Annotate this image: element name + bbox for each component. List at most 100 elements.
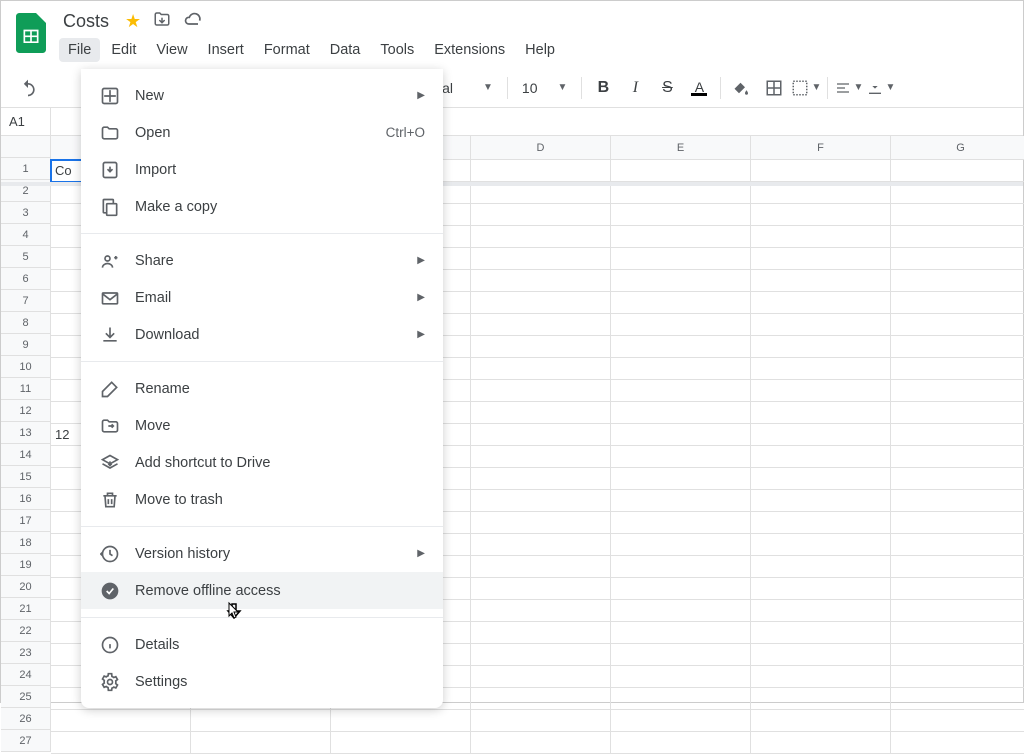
cell-F26[interactable] (751, 710, 891, 732)
file-menu-open[interactable]: OpenCtrl+O (81, 114, 443, 151)
cell-E24[interactable] (611, 666, 751, 688)
col-header-G[interactable]: G (891, 136, 1024, 160)
cell-D17[interactable] (471, 512, 611, 534)
row-header-1[interactable]: 1 (1, 158, 51, 180)
row-header-17[interactable]: 17 (1, 510, 51, 532)
file-menu-new[interactable]: New▶ (81, 77, 443, 114)
cell-E19[interactable] (611, 556, 751, 578)
menu-extensions[interactable]: Extensions (425, 38, 514, 62)
row-header-14[interactable]: 14 (1, 444, 51, 466)
cell-F16[interactable] (751, 490, 891, 512)
cell-G27[interactable] (891, 732, 1024, 754)
cell-E17[interactable] (611, 512, 751, 534)
file-menu-make-a-copy[interactable]: Make a copy (81, 188, 443, 225)
h-align-button[interactable]: ▼ (834, 73, 864, 103)
cell-G10[interactable] (891, 358, 1024, 380)
row-header-4[interactable]: 4 (1, 224, 51, 246)
cell-F14[interactable] (751, 446, 891, 468)
star-icon[interactable]: ★ (125, 11, 141, 32)
row-header-27[interactable]: 27 (1, 730, 51, 752)
cell-F3[interactable] (751, 204, 891, 226)
row-header-9[interactable]: 9 (1, 334, 51, 356)
cell-E25[interactable] (611, 688, 751, 710)
cell-D22[interactable] (471, 622, 611, 644)
cell-E9[interactable] (611, 336, 751, 358)
row-header-16[interactable]: 16 (1, 488, 51, 510)
row-header-3[interactable]: 3 (1, 202, 51, 224)
file-menu-download[interactable]: Download▶ (81, 316, 443, 353)
cell-D21[interactable] (471, 600, 611, 622)
select-all-corner[interactable] (1, 136, 51, 158)
italic-button[interactable]: I (620, 73, 650, 103)
cell-F17[interactable] (751, 512, 891, 534)
cell-G19[interactable] (891, 556, 1024, 578)
borders-button[interactable] (759, 73, 789, 103)
cell-D1[interactable] (471, 160, 611, 182)
menu-insert[interactable]: Insert (199, 38, 253, 62)
text-color-button[interactable]: A (684, 73, 714, 103)
file-menu-settings[interactable]: Settings (81, 663, 443, 700)
file-menu-move[interactable]: Move (81, 407, 443, 444)
cell-D12[interactable] (471, 402, 611, 424)
cell-E22[interactable] (611, 622, 751, 644)
cell-D24[interactable] (471, 666, 611, 688)
cell-F18[interactable] (751, 534, 891, 556)
cell-A27[interactable] (51, 732, 191, 754)
cell-G26[interactable] (891, 710, 1024, 732)
cell-F9[interactable] (751, 336, 891, 358)
row-header-21[interactable]: 21 (1, 598, 51, 620)
row-header-5[interactable]: 5 (1, 246, 51, 268)
cell-G16[interactable] (891, 490, 1024, 512)
cell-G20[interactable] (891, 578, 1024, 600)
menu-help[interactable]: Help (516, 38, 564, 62)
cell-D11[interactable] (471, 380, 611, 402)
cell-E3[interactable] (611, 204, 751, 226)
cell-G14[interactable] (891, 446, 1024, 468)
sheets-logo[interactable] (11, 13, 51, 53)
cell-D23[interactable] (471, 644, 611, 666)
merge-button[interactable]: ▼ (791, 73, 821, 103)
cell-E27[interactable] (611, 732, 751, 754)
menu-data[interactable]: Data (321, 38, 370, 62)
cell-F24[interactable] (751, 666, 891, 688)
menu-tools[interactable]: Tools (371, 38, 423, 62)
row-header-26[interactable]: 26 (1, 708, 51, 730)
cell-E11[interactable] (611, 380, 751, 402)
row-header-18[interactable]: 18 (1, 532, 51, 554)
name-box[interactable]: A1 (1, 108, 51, 135)
cell-D13[interactable] (471, 424, 611, 446)
cell-D16[interactable] (471, 490, 611, 512)
cell-F21[interactable] (751, 600, 891, 622)
cell-G21[interactable] (891, 600, 1024, 622)
file-menu-share[interactable]: Share▶ (81, 242, 443, 279)
cell-D20[interactable] (471, 578, 611, 600)
cell-D19[interactable] (471, 556, 611, 578)
row-header-10[interactable]: 10 (1, 356, 51, 378)
cell-A26[interactable] (51, 710, 191, 732)
cell-F11[interactable] (751, 380, 891, 402)
row-header-13[interactable]: 13 (1, 422, 51, 444)
cell-E6[interactable] (611, 270, 751, 292)
cell-D14[interactable] (471, 446, 611, 468)
cell-D8[interactable] (471, 314, 611, 336)
menu-view[interactable]: View (147, 38, 196, 62)
cell-F22[interactable] (751, 622, 891, 644)
row-header-22[interactable]: 22 (1, 620, 51, 642)
v-align-button[interactable]: ▼ (866, 73, 896, 103)
cell-G5[interactable] (891, 248, 1024, 270)
cell-C26[interactable] (331, 710, 471, 732)
cell-B26[interactable] (191, 710, 331, 732)
cell-E12[interactable] (611, 402, 751, 424)
cell-E15[interactable] (611, 468, 751, 490)
file-menu-add-shortcut-to-drive[interactable]: Add shortcut to Drive (81, 444, 443, 481)
col-header-D[interactable]: D (471, 136, 611, 160)
doc-title[interactable]: Costs (59, 9, 113, 34)
cell-G12[interactable] (891, 402, 1024, 424)
row-header-25[interactable]: 25 (1, 686, 51, 708)
cell-D10[interactable] (471, 358, 611, 380)
cell-D26[interactable] (471, 710, 611, 732)
col-header-F[interactable]: F (751, 136, 891, 160)
cell-F4[interactable] (751, 226, 891, 248)
cell-D25[interactable] (471, 688, 611, 710)
cell-C27[interactable] (331, 732, 471, 754)
